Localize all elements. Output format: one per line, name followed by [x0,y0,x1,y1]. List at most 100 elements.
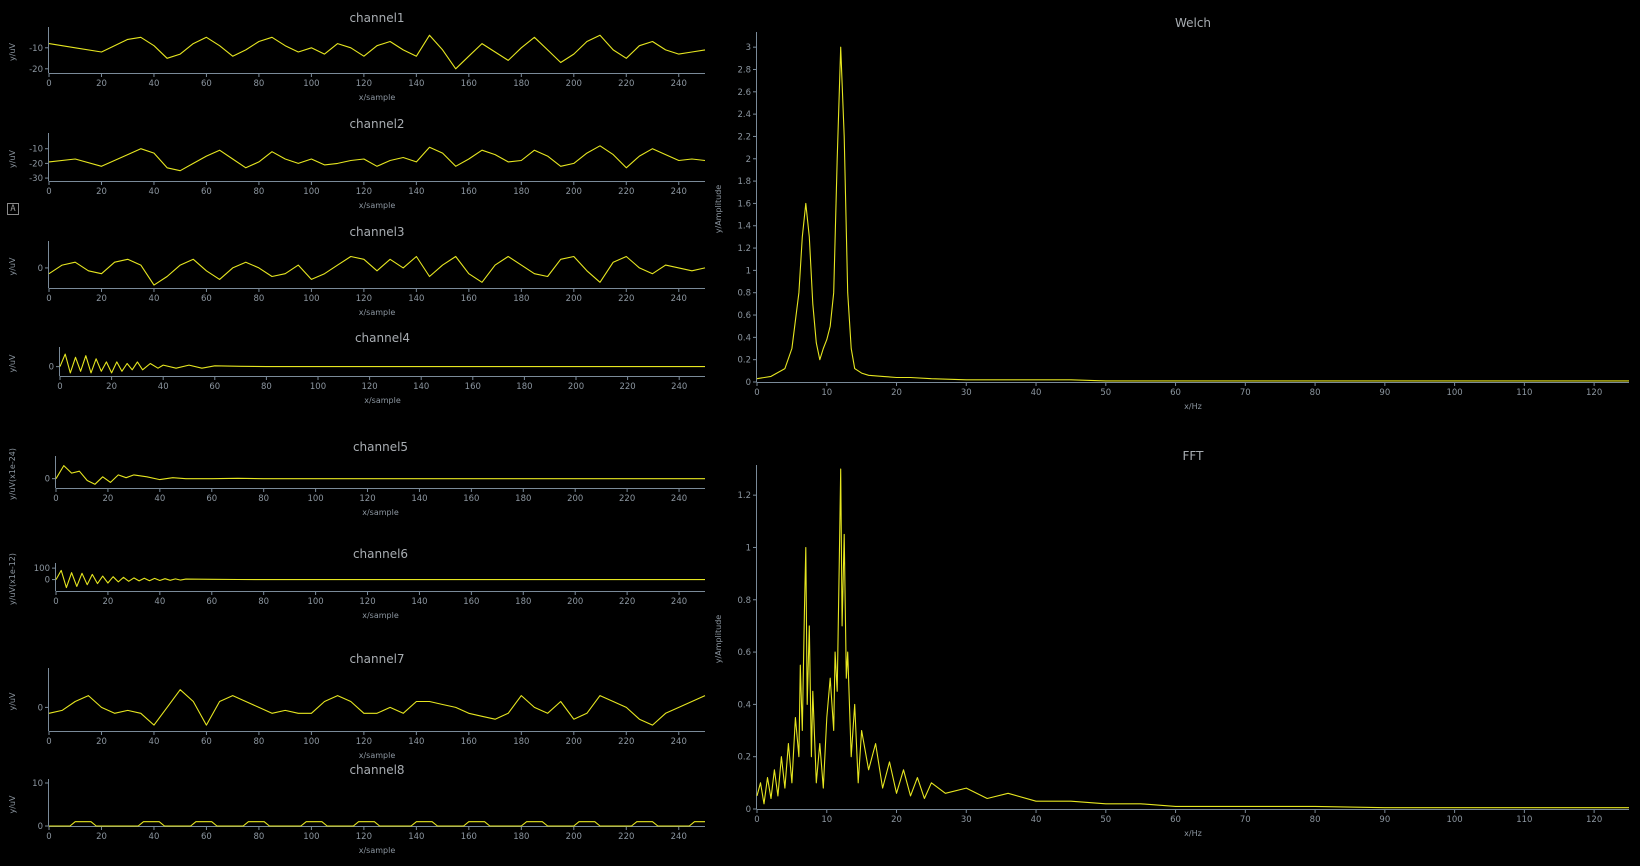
x-tick-label: 0 [53,494,58,504]
x-tick-label: 220 [618,187,634,197]
y-tick-label: 0 [38,264,43,274]
series-line-channel6 [55,569,705,589]
x-axis-label: x/sample [359,93,396,102]
auto-range-button[interactable]: A [7,203,19,215]
y-tick-label: 2.2 [737,132,751,142]
y-tick-label: 2 [746,155,751,165]
x-tick-label: 200 [568,382,584,392]
x-tick-label: 90 [1379,815,1390,825]
x-tick-label: 20 [103,494,114,504]
y-axis-label: y/uV [8,42,17,61]
x-tick-label: 240 [671,494,687,504]
x-tick-label: 100 [303,294,319,304]
y-axis-label: y/Amplitude [714,615,723,664]
y-axis-label: y/uV [8,354,17,373]
x-tick-label: 110 [1516,388,1532,398]
x-tick-label: 160 [461,79,477,89]
y-tick-label: 0 [746,378,751,388]
x-tick-label: 0 [57,382,62,392]
x-tick-label: 60 [209,382,220,392]
x-tick-label: 180 [515,494,531,504]
x-tick-label: 20 [96,79,107,89]
x-tick-label: 160 [463,494,479,504]
y-tick-label: 1.6 [737,199,751,209]
chart-title: channel6 [353,547,408,561]
y-tick-label: 1.2 [737,244,751,254]
chart-channel7: channel7 0 20 40 60 80 100 120 140 160 180 200 220 24… [8,652,706,760]
x-tick-label: 70 [1240,388,1251,398]
x-tick-label: 60 [201,832,212,842]
x-tick-label: 0 [46,832,51,842]
x-tick-label: 100 [307,597,323,607]
chart-welch: Welch 0 10 20 30 40 50 60 70 80 90 100 110 120 0 0.2 0.4… [714,16,1629,411]
x-axis-label: x/sample [364,396,401,405]
x-tick-label: 40 [1031,388,1042,398]
x-tick-label: 110 [1516,815,1532,825]
x-tick-label: 0 [53,597,58,607]
x-tick-label: 180 [513,294,529,304]
x-tick-label: 100 [1446,815,1462,825]
chart-channel3: channel3 0 20 40 60 80 100 120 140 160 180 200 220 24… [8,225,706,317]
y-axis-label: y/uV [8,795,17,814]
x-tick-label: 160 [461,294,477,304]
y-tick-label: 2.4 [737,110,751,120]
y-tick-label: 0.6 [737,311,751,321]
y-tick-label: 3 [746,43,751,53]
x-tick-label: 60 [1170,815,1181,825]
x-tick-label: 100 [1446,388,1462,398]
chart-title: channel2 [349,117,404,131]
y-axis-label: y/uV [8,149,17,168]
x-tick-label: 140 [408,832,424,842]
x-tick-label: 200 [566,187,582,197]
x-tick-label: 80 [254,187,265,197]
series-line-channel5 [55,465,705,485]
eeg-viewer: channel1 0 20 40 60 80 100 120 140 160 180 200 220 24… [0,0,1640,862]
x-tick-label: 240 [671,79,687,89]
series-line-channel2 [48,145,706,172]
x-tick-label: 160 [461,737,477,747]
y-tick-label: 1 [746,266,751,276]
x-tick-label: 180 [513,832,529,842]
x-tick-label: 220 [618,737,634,747]
x-tick-label: 20 [891,388,902,398]
chart-title: channel4 [355,331,410,345]
y-tick-label: -10 [29,44,43,54]
x-tick-label: 100 [303,737,319,747]
y-axis-label: y/uV(x1e-24) [8,448,17,500]
y-tick-label: 2.6 [737,88,751,98]
x-tick-label: 10 [821,815,832,825]
x-tick-label: 240 [671,187,687,197]
x-tick-label: 120 [361,382,377,392]
series-line-channel1 [48,34,706,70]
x-tick-label: 10 [821,388,832,398]
x-tick-label: 40 [154,597,165,607]
chart-channel8: channel80 20 40 60 80 100 120 140 160 180 200 220 24… [8,763,705,855]
x-tick-label: 120 [356,294,372,304]
y-tick-label: -30 [29,174,43,184]
y-tick-label: 0 [38,822,43,832]
x-tick-label: 50 [1100,388,1111,398]
y-tick-label: -20 [29,159,43,169]
chart-title: FFT [1183,449,1205,463]
x-tick-label: 120 [356,737,372,747]
x-tick-label: 60 [201,294,212,304]
chart-channel4: channel4 0 20 40 60 80 100 120 140 160 180 200 220 24… [8,331,705,405]
x-tick-label: 30 [961,815,972,825]
y-tick-label: 0.2 [737,753,751,763]
x-tick-label: 160 [461,187,477,197]
x-tick-label: 20 [96,832,107,842]
x-tick-label: 240 [671,737,687,747]
x-tick-label: 80 [254,832,265,842]
x-tick-label: 240 [671,294,687,304]
series-line-channel4 [59,353,705,374]
x-tick-label: 100 [303,832,319,842]
x-tick-label: 20 [96,737,107,747]
x-tick-label: 120 [356,79,372,89]
y-tick-label: 0 [45,475,50,485]
x-tick-label: 60 [201,187,212,197]
x-tick-label: 240 [671,382,687,392]
x-tick-label: 240 [671,597,687,607]
chart-channel1: channel1 0 20 40 60 80 100 120 140 160 180 200 220 24… [8,11,706,102]
x-tick-label: 140 [408,737,424,747]
x-axis-label: x/Hz [1184,829,1202,838]
